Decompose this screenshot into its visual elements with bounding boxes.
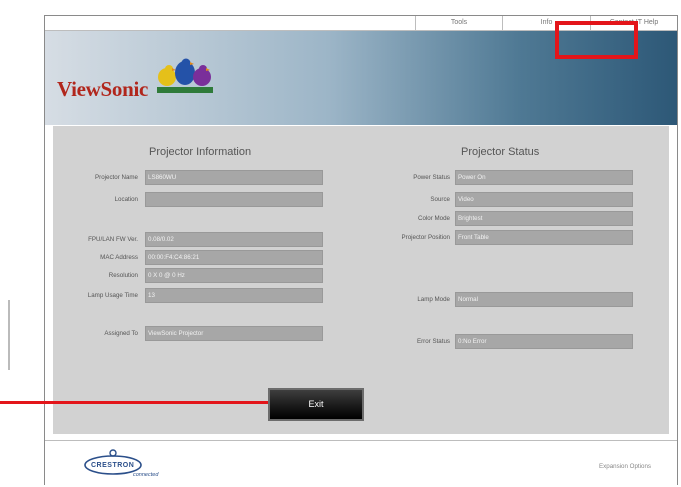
field-lamp-mode: Normal xyxy=(455,292,633,307)
field-projector-position: Front Table xyxy=(455,230,633,245)
crestron-wordmark: CRESTRON xyxy=(91,462,135,469)
label-assigned-to: Assigned To xyxy=(104,330,138,337)
footer-bar: CRESTRON connected Expansion Options xyxy=(45,440,677,486)
projector-information-heading: Projector Information xyxy=(149,146,252,158)
viewsonic-logo: ViewSonic xyxy=(57,77,149,101)
field-source: Video xyxy=(455,192,633,207)
label-lamp-usage-time: Lamp Usage Time xyxy=(87,292,138,299)
label-projector-name: Projector Name xyxy=(95,174,138,181)
label-projector-position: Projector Position xyxy=(401,234,451,241)
viewsonic-birds-icon xyxy=(157,58,213,93)
field-color-mode: Brightest xyxy=(455,211,633,226)
exit-button[interactable]: Exit xyxy=(268,388,364,421)
field-projector-name: LS860WU xyxy=(145,170,323,185)
label-fw-version: FPU/LAN FW Ver. xyxy=(88,236,138,243)
label-power-status: Power Status xyxy=(413,174,450,181)
field-power-status: Power On xyxy=(455,170,633,185)
field-assigned-to: ViewSonic Projector xyxy=(145,326,323,341)
label-color-mode: Color Mode xyxy=(418,215,450,222)
info-highlight-box xyxy=(555,21,638,59)
label-location: Location xyxy=(114,196,138,203)
label-lamp-mode: Lamp Mode xyxy=(417,296,450,303)
label-mac-address: MAC Address xyxy=(100,254,138,261)
left-margin-bar xyxy=(8,300,10,370)
crestron-connected-text: connected xyxy=(133,472,159,478)
projector-status-heading: Projector Status xyxy=(461,146,540,158)
field-location xyxy=(145,192,323,207)
label-resolution: Resolution xyxy=(108,272,138,279)
field-mac-address: 00:00:F4:C4:86:21 xyxy=(145,250,323,265)
expansion-options-link[interactable]: Expansion Options xyxy=(599,463,651,470)
field-error-status: 0:No Error xyxy=(455,334,633,349)
nav-tools[interactable]: Tools xyxy=(415,16,502,30)
field-resolution: 0 X 0 @ 0 Hz xyxy=(145,268,323,283)
field-fw-version: 0.08/0.02 xyxy=(145,232,323,247)
label-source: Source xyxy=(430,196,450,203)
label-error-status: Error Status xyxy=(416,338,450,345)
field-lamp-usage-time: 13 xyxy=(145,288,323,303)
